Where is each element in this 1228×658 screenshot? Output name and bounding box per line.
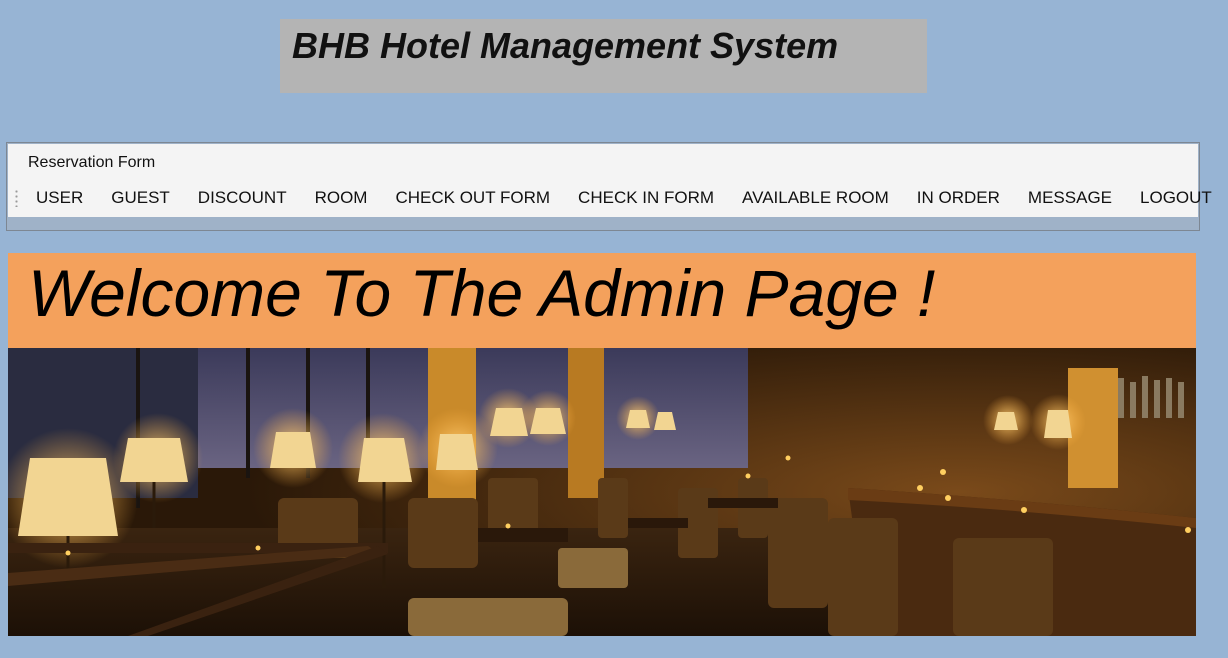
toolstrip-grip-icon[interactable]: [15, 189, 18, 207]
menu-strip: Reservation Form USER GUEST DISCOUNT ROO…: [8, 144, 1212, 217]
menu-available-room[interactable]: AVAILABLE ROOM: [728, 184, 903, 212]
menu-logout[interactable]: LOGOUT: [1126, 184, 1226, 212]
menu-panel: Reservation Form USER GUEST DISCOUNT ROO…: [6, 142, 1212, 231]
main-menu: USER GUEST DISCOUNT ROOM CHECK OUT FORM …: [22, 184, 1226, 212]
menu-check-out-form[interactable]: CHECK OUT FORM: [381, 184, 564, 212]
menu-in-order[interactable]: IN ORDER: [903, 184, 1014, 212]
welcome-heading: Welcome To The Admin Page !: [28, 256, 936, 330]
menu-message[interactable]: MESSAGE: [1014, 184, 1126, 212]
menu-room[interactable]: ROOM: [301, 184, 382, 212]
welcome-banner: Welcome To The Admin Page !: [8, 253, 1196, 348]
menu-user[interactable]: USER: [22, 184, 97, 212]
app-title-box: BHB Hotel Management System: [280, 19, 927, 93]
menu-guest[interactable]: GUEST: [97, 184, 184, 212]
app-title: BHB Hotel Management System: [292, 25, 839, 66]
hotel-lounge-image: [8, 348, 1196, 636]
menu-discount[interactable]: DISCOUNT: [184, 184, 301, 212]
reservation-form-label: Reservation Form: [28, 154, 156, 171]
menu-check-in-form[interactable]: CHECK IN FORM: [564, 184, 728, 212]
